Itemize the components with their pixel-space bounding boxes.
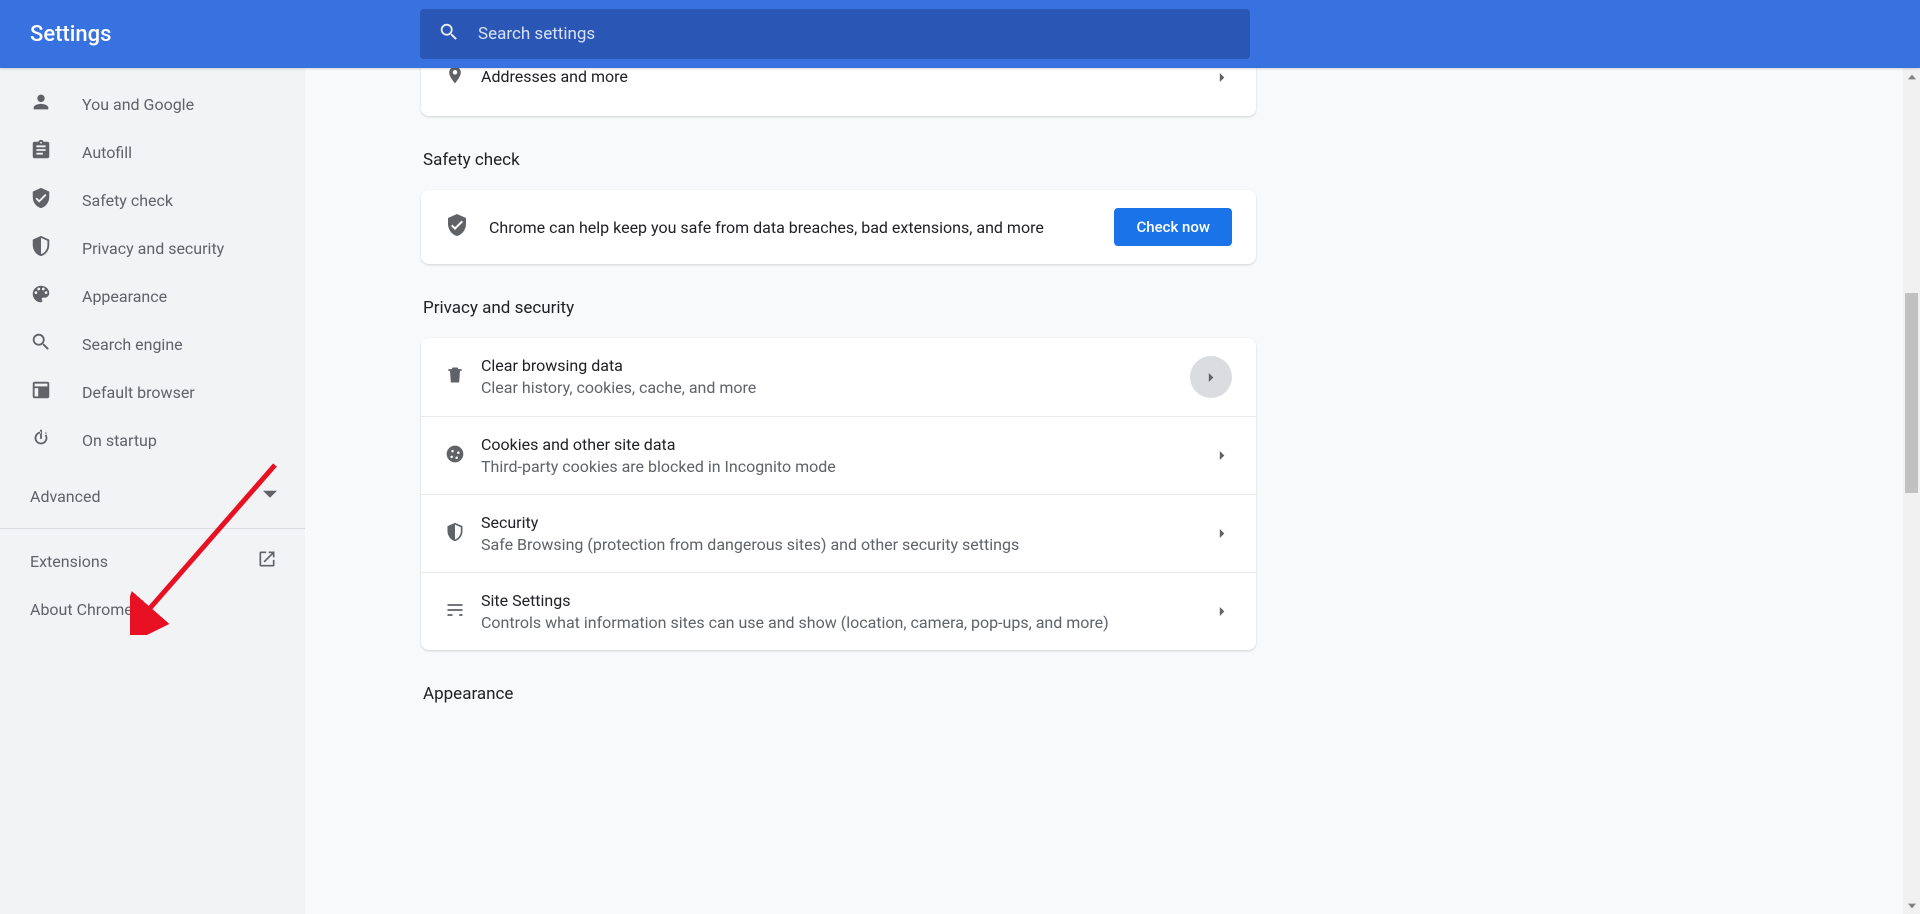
- about-label: About Chrome: [30, 600, 133, 619]
- section-privacy-title: Privacy and security: [423, 298, 1256, 318]
- sidebar-item-label: You and Google: [82, 95, 194, 114]
- shield-check-icon: [445, 213, 469, 241]
- autofill-card-partial: Addresses and more: [421, 68, 1256, 116]
- chevron-right-icon: [1212, 607, 1232, 616]
- chevron-right-icon: [1190, 356, 1232, 398]
- trash-icon: [445, 365, 465, 389]
- cookies-row[interactable]: Cookies and other site data Third-party …: [421, 416, 1256, 494]
- safety-check-text: Chrome can help keep you safe from data …: [489, 218, 1114, 237]
- sidebar-item-label: Privacy and security: [82, 239, 224, 258]
- sidebar-item-label: Safety check: [82, 191, 173, 210]
- row-title: Cookies and other site data: [481, 434, 1212, 456]
- section-safety-check-title: Safety check: [423, 150, 1256, 170]
- sidebar-item-label: Appearance: [82, 287, 167, 306]
- sidebar-item-you-and-google[interactable]: You and Google: [0, 80, 305, 128]
- sidebar-item-about-chrome[interactable]: About Chrome: [0, 585, 305, 633]
- vertical-scrollbar[interactable]: [1903, 68, 1920, 914]
- sidebar-item-label: On startup: [82, 431, 157, 450]
- sidebar-item-label: Search engine: [82, 335, 183, 354]
- row-subtitle: Controls what information sites can use …: [481, 612, 1212, 634]
- check-now-button[interactable]: Check now: [1114, 208, 1232, 246]
- clipboard-icon: [30, 139, 82, 165]
- sidebar-item-label: Autofill: [82, 143, 132, 162]
- search-icon: [438, 21, 460, 47]
- sidebar-item-search-engine[interactable]: Search engine: [0, 320, 305, 368]
- cookie-icon: [445, 444, 465, 468]
- sidebar-item-appearance[interactable]: Appearance: [0, 272, 305, 320]
- sidebar-item-on-startup[interactable]: On startup: [0, 416, 305, 464]
- sidebar-item-autofill[interactable]: Autofill: [0, 128, 305, 176]
- shield-check-icon: [30, 187, 82, 213]
- section-appearance-title: Appearance: [423, 684, 1256, 704]
- row-title: Clear browsing data: [481, 355, 1190, 377]
- safety-check-row: Chrome can help keep you safe from data …: [421, 190, 1256, 264]
- sidebar: You and Google Autofill Safety check Pri…: [0, 68, 305, 914]
- browser-icon: [30, 379, 82, 405]
- chevron-right-icon: [1212, 451, 1232, 460]
- header-bar: Settings: [0, 0, 1920, 68]
- chevron-down-icon: [263, 487, 277, 506]
- row-title: Site Settings: [481, 590, 1212, 612]
- row-subtitle: Clear history, cookies, cache, and more: [481, 377, 1190, 399]
- row-title: Security: [481, 512, 1212, 534]
- safety-check-card: Chrome can help keep you safe from data …: [421, 190, 1256, 264]
- search-container[interactable]: [420, 9, 1250, 59]
- sidebar-item-safety-check[interactable]: Safety check: [0, 176, 305, 224]
- sidebar-item-label: Default browser: [82, 383, 195, 402]
- advanced-label: Advanced: [30, 487, 101, 506]
- power-icon: [30, 427, 82, 453]
- sidebar-advanced-toggle[interactable]: Advanced: [0, 472, 305, 520]
- row-subtitle: Third-party cookies are blocked in Incog…: [481, 456, 1212, 478]
- addresses-row[interactable]: Addresses and more: [421, 68, 1256, 116]
- search-input[interactable]: [478, 24, 1232, 44]
- scrollbar-thumb[interactable]: [1905, 293, 1918, 493]
- row-subtitle: Safe Browsing (protection from dangerous…: [481, 534, 1212, 556]
- sidebar-item-extensions[interactable]: Extensions: [0, 537, 305, 585]
- shield-icon: [445, 522, 465, 546]
- chevron-right-icon: [1212, 529, 1232, 538]
- site-settings-row[interactable]: Site Settings Controls what information …: [421, 572, 1256, 650]
- person-icon: [30, 91, 82, 117]
- security-row[interactable]: Security Safe Browsing (protection from …: [421, 494, 1256, 572]
- scroll-up-button[interactable]: [1903, 68, 1920, 85]
- privacy-card: Clear browsing data Clear history, cooki…: [421, 338, 1256, 650]
- scroll-down-button[interactable]: [1903, 897, 1920, 914]
- location-icon: [445, 68, 465, 89]
- search-icon: [30, 331, 82, 357]
- row-title: Addresses and more: [481, 68, 1212, 88]
- extensions-label: Extensions: [30, 552, 108, 571]
- sidebar-item-default-browser[interactable]: Default browser: [0, 368, 305, 416]
- main-content: Addresses and more Safety check Chrome c…: [305, 68, 1905, 914]
- palette-icon: [30, 283, 82, 309]
- sliders-icon: [445, 600, 465, 624]
- chevron-right-icon: [1212, 73, 1232, 82]
- clear-browsing-data-row[interactable]: Clear browsing data Clear history, cooki…: [421, 338, 1256, 416]
- external-link-icon: [257, 549, 277, 573]
- page-title: Settings: [30, 22, 111, 47]
- sidebar-item-privacy-security[interactable]: Privacy and security: [0, 224, 305, 272]
- shield-icon: [30, 235, 82, 261]
- sidebar-divider: [0, 528, 305, 529]
